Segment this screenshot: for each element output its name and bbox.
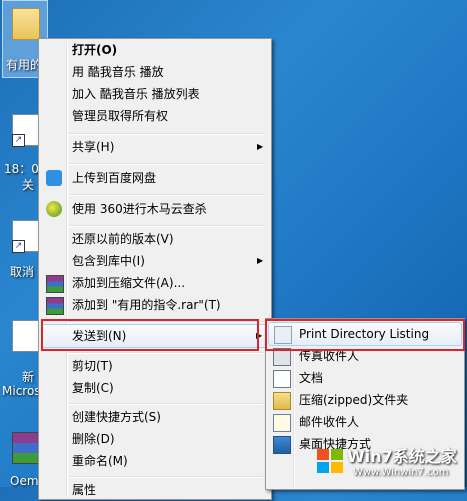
menu-separator <box>69 476 265 478</box>
menu-item-label: 加入 酷我音乐 播放列表 <box>72 87 200 101</box>
baidu-cloud-icon <box>46 170 62 186</box>
shortcut-arrow-icon: ↗ <box>12 240 25 253</box>
desktop-icon-sublabel: Micros <box>2 384 41 398</box>
folder-icon <box>12 8 40 40</box>
desktop-icon-label: 取消 <box>10 265 35 279</box>
menu-item-label: 打开(O) <box>72 43 118 57</box>
desktop-icon-label: 新 <box>22 370 35 384</box>
menu-item-label: 管理员取得所有权 <box>72 109 169 123</box>
menu-item-delete[interactable]: 删除(D) <box>41 428 267 450</box>
shortcut-arrow-icon: ↗ <box>12 134 25 147</box>
watermark: Win7系统之家 Www.Winwin7.com <box>313 443 463 485</box>
menu-item-include-library[interactable]: 包含到库中(I) ▶ <box>41 250 267 272</box>
menu-item-label: 邮件收件人 <box>299 415 360 429</box>
desktop-icon-sublabel: 关 <box>22 178 35 192</box>
menu-separator <box>69 403 265 405</box>
watermark-title: Win7系统之家 <box>347 447 457 466</box>
shortcut-icon: ↗ <box>12 114 40 147</box>
menu-item-add-to-rar[interactable]: 添加到 "有用的指令.rar"(T) <box>41 294 267 316</box>
desktop-icon-label: 有用的 <box>6 58 43 72</box>
winrar-icon <box>46 297 64 315</box>
menu-item-kuwo-playlist[interactable]: 加入 酷我音乐 播放列表 <box>41 83 267 105</box>
winrar-icon <box>12 432 40 464</box>
menu-item-properties[interactable]: 属性 <box>41 479 267 501</box>
menu-separator <box>69 163 265 165</box>
menu-separator <box>69 352 265 354</box>
menu-item-label: 删除(D) <box>72 432 115 446</box>
desktop-shortcut-icon <box>273 436 291 454</box>
menu-item-label: 使用 360进行木马云查杀 <box>72 202 207 216</box>
menu-item-label: 还原以前的版本(V) <box>72 232 174 246</box>
menu-item-label: 共享(H) <box>72 140 115 154</box>
menu-item-label: 剪切(T) <box>72 359 113 373</box>
menu-item-label: 上传到百度网盘 <box>72 171 157 185</box>
submenu-arrow-icon: ▶ <box>257 142 264 151</box>
360-icon <box>46 201 62 217</box>
menu-item-create-shortcut[interactable]: 创建快捷方式(S) <box>41 406 267 428</box>
menu-item-open[interactable]: 打开(O) <box>41 39 267 61</box>
menu-item-kuwo-play[interactable]: 用 酷我音乐 播放 <box>41 61 267 83</box>
desktop-icon-label: Oem <box>10 474 39 488</box>
menu-item-take-ownership[interactable]: 管理员取得所有权 <box>41 105 267 127</box>
watermark-url: Www.Winwin7.com <box>353 467 449 478</box>
menu-item-360-scan[interactable]: 使用 360进行木马云查杀 <box>41 198 267 220</box>
submenu-item-zip[interactable]: 压缩(zipped)文件夹 <box>268 389 460 411</box>
menu-item-label: 重命名(M) <box>72 454 128 468</box>
document-icon <box>12 320 40 352</box>
menu-item-cut[interactable]: 剪切(T) <box>41 355 267 377</box>
shortcut-icon: ↗ <box>12 220 40 253</box>
menu-item-rename[interactable]: 重命名(M) <box>41 450 267 472</box>
menu-item-label: 添加到 "有用的指令.rar"(T) <box>72 298 221 312</box>
menu-item-label: 包含到库中(I) <box>72 254 145 268</box>
menu-item-copy[interactable]: 复制(C) <box>41 377 267 399</box>
desktop-icon-label: 18：0 <box>4 162 39 176</box>
mail-icon <box>273 414 291 432</box>
menu-item-share[interactable]: 共享(H) ▶ <box>41 136 267 158</box>
menu-item-label: 添加到压缩文件(A)... <box>72 276 186 290</box>
winrar-icon <box>46 275 64 293</box>
submenu-arrow-icon: ▶ <box>257 256 264 265</box>
menu-item-add-archive[interactable]: 添加到压缩文件(A)... <box>41 272 267 294</box>
menu-separator <box>69 194 265 196</box>
submenu-item-mail[interactable]: 邮件收件人 <box>268 411 460 433</box>
context-menu: 打开(O) 用 酷我音乐 播放 加入 酷我音乐 播放列表 管理员取得所有权 共享… <box>38 38 272 500</box>
menu-item-restore-versions[interactable]: 还原以前的版本(V) <box>41 228 267 250</box>
zip-folder-icon <box>273 392 291 410</box>
print-directory-highlight-box <box>265 319 465 351</box>
menu-item-label: 文档 <box>299 371 324 385</box>
menu-item-baidu-upload[interactable]: 上传到百度网盘 <box>41 167 267 189</box>
menu-item-label: 创建快捷方式(S) <box>72 410 161 424</box>
menu-item-label: 用 酷我音乐 播放 <box>72 65 164 79</box>
menu-item-label: 属性 <box>72 483 97 497</box>
menu-separator <box>69 225 265 227</box>
documents-icon <box>273 370 291 388</box>
menu-item-label: 压缩(zipped)文件夹 <box>299 393 409 407</box>
submenu-item-documents[interactable]: 文档 <box>268 367 460 389</box>
menu-item-label: 复制(C) <box>72 381 114 395</box>
menu-separator <box>69 133 265 135</box>
send-to-highlight-box <box>41 319 259 351</box>
